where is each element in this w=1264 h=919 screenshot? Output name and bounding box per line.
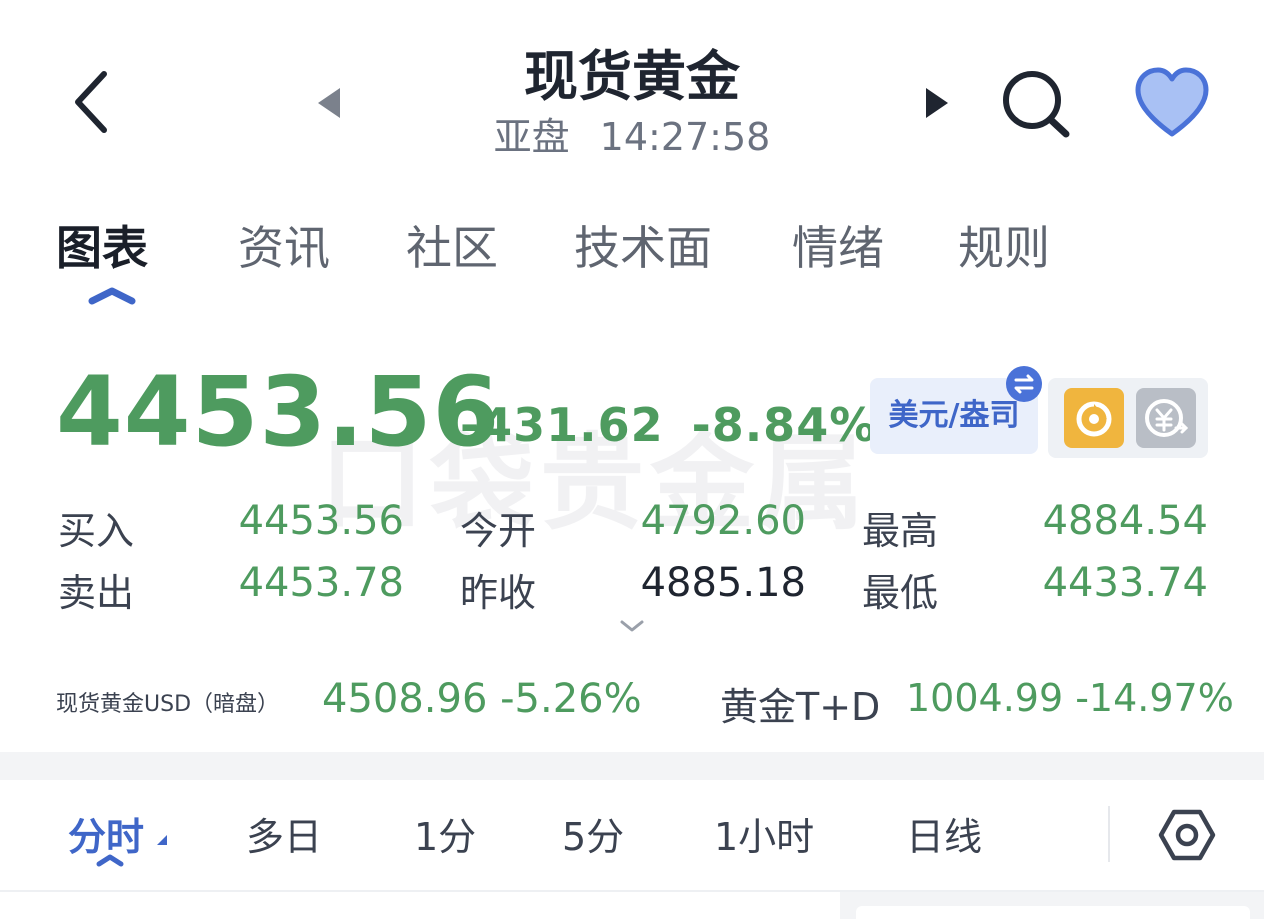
currency-exchange-button[interactable] — [1136, 388, 1196, 448]
open-value: 4792.60 — [640, 498, 806, 544]
prev-instrument-button[interactable] — [300, 78, 360, 128]
refresh-button[interactable] — [1064, 388, 1124, 448]
expand-stats-button[interactable] — [614, 614, 650, 638]
section-divider — [0, 752, 1264, 780]
related-dark-pool-value[interactable]: 4508.96 -5.26% — [322, 676, 642, 722]
bid-value: 4453.56 — [238, 498, 404, 544]
change-percent: -8.84% — [691, 398, 877, 452]
session-time: 14:27:58 — [599, 115, 771, 159]
active-period-indicator — [96, 854, 124, 867]
session-status: 亚盘 14:27:58 — [382, 106, 882, 161]
period-tab-multiday[interactable]: 多日 — [246, 806, 322, 861]
period-tab-1min[interactable]: 1分 — [414, 806, 476, 861]
ask-label: 卖出 — [58, 571, 135, 615]
related-dark-pool-label[interactable]: 现货黄金USD（暗盘） — [56, 686, 279, 718]
chevron-down-icon — [620, 620, 644, 632]
search-button[interactable] — [990, 60, 1080, 150]
change-value: -431.62 — [460, 398, 664, 452]
open-label: 今开 — [460, 509, 537, 553]
tab-news[interactable]: 资讯 — [238, 212, 330, 278]
back-button[interactable] — [60, 62, 130, 142]
chart-settings-button[interactable] — [1154, 804, 1220, 866]
swap-icon — [1014, 374, 1034, 394]
period-tab-1hour[interactable]: 1小时 — [714, 806, 814, 861]
prev-close-label: 昨收 — [460, 571, 537, 615]
period-divider — [1108, 806, 1110, 862]
page-title: 现货黄金 — [524, 45, 740, 108]
related-td-value[interactable]: 1004.99 -14.97% — [906, 676, 1234, 720]
tab-chart[interactable]: 图表 — [56, 212, 148, 278]
prev-arrow-icon — [318, 88, 340, 118]
favorite-button[interactable] — [1124, 58, 1220, 148]
search-icon — [1003, 71, 1070, 138]
prev-close-value: 4885.18 — [640, 560, 806, 606]
tab-sentiment[interactable]: 情绪 — [792, 212, 884, 278]
low-value: 4433.74 — [1042, 560, 1208, 606]
high-label: 最高 — [862, 509, 939, 553]
active-tab-indicator — [88, 287, 136, 305]
settings-hexagon-icon — [1158, 809, 1216, 861]
currency-exchange-icon — [1145, 399, 1189, 437]
dropdown-caret-icon — [157, 835, 167, 845]
ask-value: 4453.78 — [238, 560, 404, 606]
tab-rules[interactable]: 规则 — [958, 212, 1050, 278]
tab-community[interactable]: 社区 — [406, 212, 498, 278]
low-label: 最低 — [862, 571, 939, 615]
next-arrow-icon — [926, 88, 948, 118]
price-change: -431.62 -8.84% — [460, 398, 876, 452]
period-tab-daily[interactable]: 日线 — [906, 806, 982, 861]
heart-icon — [1135, 67, 1209, 137]
bid-label: 买入 — [58, 509, 135, 553]
unit-swap-badge — [1006, 366, 1042, 402]
high-value: 4884.54 — [1042, 498, 1208, 544]
last-price: 4453.56 — [56, 356, 501, 468]
side-panel-card — [856, 906, 1250, 919]
next-instrument-button[interactable] — [908, 78, 968, 128]
tab-technical[interactable]: 技术面 — [574, 212, 712, 278]
period-tab-5min[interactable]: 5分 — [562, 806, 624, 861]
session-label: 亚盘 — [493, 115, 570, 159]
refresh-icon — [1076, 401, 1112, 437]
back-icon — [75, 71, 107, 133]
related-td-label[interactable]: 黄金T+D — [720, 676, 880, 731]
